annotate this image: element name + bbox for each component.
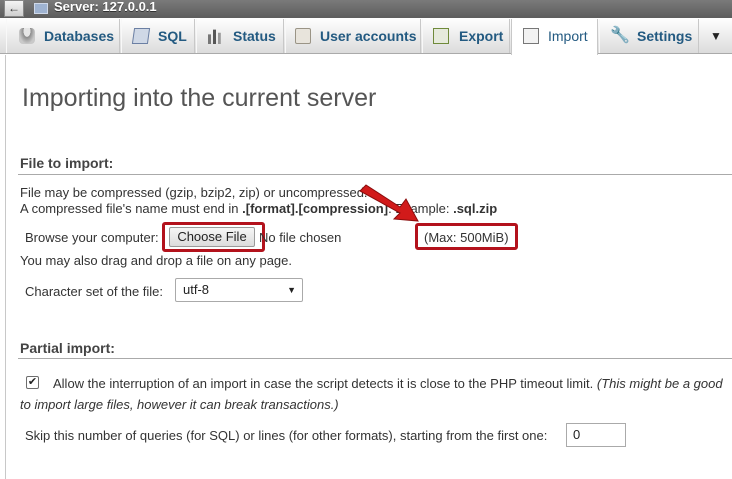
browse-label: Browse your computer:: [25, 230, 159, 245]
section-divider: [18, 174, 732, 175]
main-tab-bar: Databases SQL Status User accounts Expor…: [0, 18, 732, 55]
skip-queries-label: Skip this number of queries (for SQL) or…: [25, 428, 548, 443]
partial-import-heading: Partial import:: [20, 340, 115, 356]
file-to-import-heading: File to import:: [20, 155, 114, 171]
choose-file-button[interactable]: Choose File: [169, 227, 255, 247]
allow-interrupt-note: to import large files, however it can br…: [20, 397, 339, 412]
tab-settings-label: Settings: [637, 28, 693, 44]
tab-status-label: Status: [233, 28, 276, 44]
allow-interrupt-label: Allow the interruption of an import in c…: [53, 376, 723, 391]
charset-label: Character set of the file:: [25, 284, 164, 299]
skip-queries-input[interactable]: 0: [566, 423, 626, 447]
allow-interrupt-checkbox[interactable]: ✔: [26, 376, 39, 389]
status-icon: [208, 29, 221, 44]
tab-import-label: Import: [548, 28, 588, 44]
tab-databases-label: Databases: [44, 28, 115, 44]
no-file-chosen-text: No file chosen: [259, 230, 342, 245]
compression-note: File may be compressed (gzip, bzip2, zip…: [20, 185, 368, 200]
tab-export-label: Export: [459, 28, 504, 44]
server-bar: ← Server: 127.0.0.1: [0, 0, 732, 18]
tab-import[interactable]: Import: [511, 19, 598, 55]
page-title: Importing into the current server: [22, 84, 377, 112]
tab-sql[interactable]: SQL: [121, 19, 195, 53]
tab-user-accounts-label: User accounts: [320, 28, 417, 44]
chevron-down-icon: ▼: [287, 285, 296, 295]
max-upload-size: (Max: 500MiB): [424, 230, 509, 245]
tab-status[interactable]: Status: [196, 19, 284, 53]
annotation-arrow-icon: [359, 184, 419, 222]
user-accounts-icon: [295, 28, 311, 44]
tab-settings[interactable]: 🔧 Settings: [599, 19, 699, 53]
import-icon: [523, 28, 539, 44]
charset-select[interactable]: utf-8 ▼: [175, 278, 303, 302]
server-label: Server: 127.0.0.1: [54, 0, 157, 14]
content-border: [5, 55, 6, 479]
more-tabs-chevron-down-icon[interactable]: ▼: [700, 19, 732, 53]
export-icon: [433, 28, 449, 44]
charset-value: utf-8: [183, 282, 210, 297]
tab-user-accounts[interactable]: User accounts: [285, 19, 421, 53]
drag-drop-note: You may also drag and drop a file on any…: [20, 253, 292, 268]
tab-sql-label: SQL: [158, 28, 187, 44]
server-icon: [34, 3, 48, 14]
tab-databases[interactable]: Databases: [6, 19, 120, 53]
sql-icon: [131, 28, 151, 44]
section-divider: [18, 358, 732, 359]
wrench-icon: 🔧: [610, 27, 630, 44]
back-arrow-icon[interactable]: ←: [4, 0, 24, 17]
tab-export[interactable]: Export: [422, 19, 510, 53]
database-icon: [19, 28, 35, 44]
